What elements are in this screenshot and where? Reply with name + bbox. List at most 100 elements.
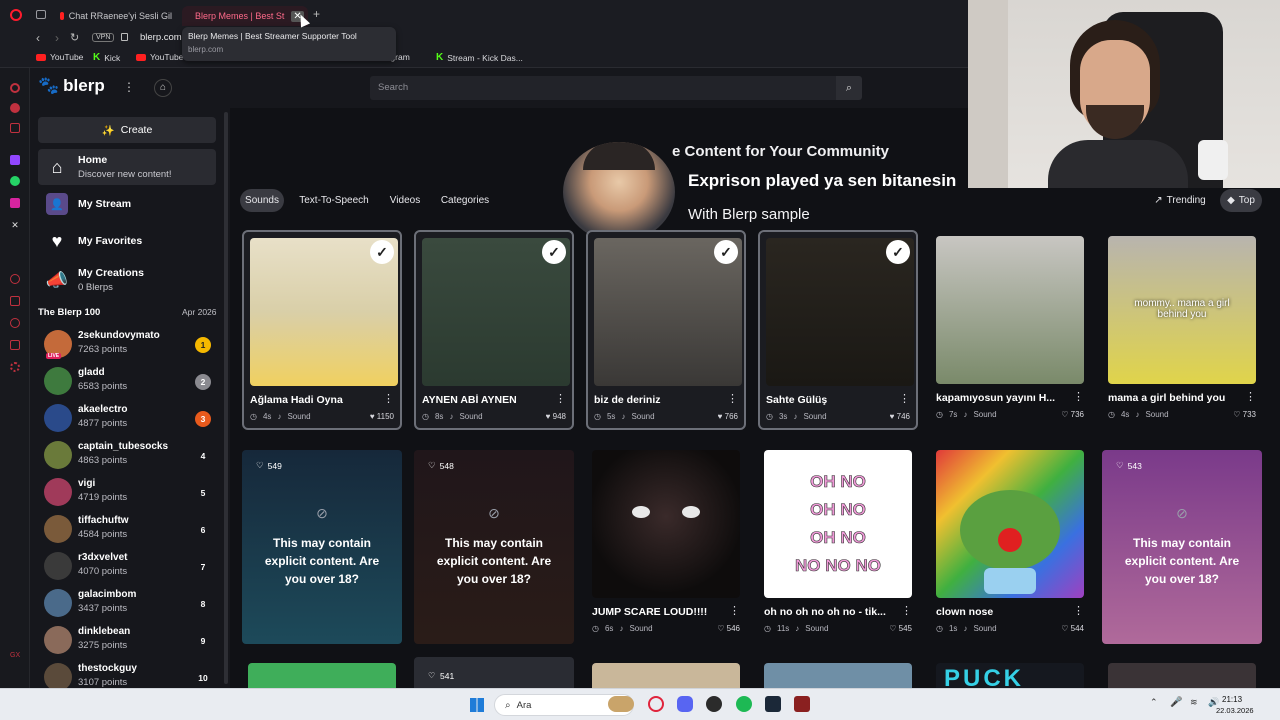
sound-thumbnail[interactable] [592,450,740,598]
sound-title[interactable]: AYNEN ABİ AYNEN [422,394,554,406]
sound-thumbnail[interactable]: mommy.. mama a girl behind you [1108,236,1256,384]
like-count[interactable]: ♡ 548 [428,460,454,471]
sound-card[interactable]: ✓ biz de deriniz ⋮ ◷ 5s ♪ Sound ♥ 766 [586,230,746,430]
bookmark-kick-stream[interactable]: K Stream - Kick Das... [436,52,523,63]
list-item[interactable] [764,663,912,688]
forward-icon[interactable]: › [55,31,59,45]
instagram-icon[interactable] [10,198,20,208]
tab-blerp[interactable]: Blerp Memes | Best St ✕ [182,6,308,26]
sound-title[interactable]: JUMP SCARE LOUD!!!! [592,606,724,618]
sound-title[interactable]: oh no oh no oh no - tik... [764,606,896,618]
gx-icon[interactable]: GX [10,652,20,659]
home-icon-button[interactable]: ⌂ [154,79,172,97]
like-count[interactable]: ♡ 733 [1233,410,1256,419]
new-tab-button[interactable]: + [313,7,320,21]
sound-title[interactable]: mama a girl behind you [1108,392,1240,404]
discord-icon[interactable] [677,696,693,712]
bookmark-youtube-1[interactable]: YouTube [36,52,83,62]
like-count[interactable]: ♡ 736 [1061,410,1084,419]
leaderboard-row[interactable]: galacimbom 3437 points 8 [38,586,218,620]
sound-card[interactable]: ✓ AYNEN ABİ AYNEN ⋮ ◷ 8s ♪ Sound ♥ 948 [414,230,574,430]
more-options-icon[interactable]: ⋮ [1073,390,1084,403]
more-options-icon[interactable]: ⋮ [901,604,912,617]
sound-card[interactable]: JUMP SCARE LOUD!!!! ⋮ ◷ 6s ♪ Sound ♡ 546 [586,444,746,644]
more-options-icon[interactable]: ⋮ [729,604,740,617]
like-count[interactable]: ♡ 546 [717,624,740,633]
sound-card[interactable]: OH NO OH NO OH NO NO NO NO oh no oh no oh no… [758,444,918,644]
sound-card[interactable]: clown nose ⋮ ◷ 1s ♪ Sound ♡ 544 [930,444,1090,644]
leaderboard-row[interactable]: tiffachuftw 4584 points 6 [38,512,218,546]
player-icon[interactable] [10,274,20,284]
list-item[interactable] [248,663,396,688]
sort-top[interactable]: ◆ Top [1220,189,1262,212]
like-count[interactable]: ♡ 545 [889,624,912,633]
windows-start-icon[interactable] [470,698,484,712]
obs-icon[interactable] [706,696,722,712]
leaderboard-row[interactable]: r3dxvelvet 4070 points 7 [38,549,218,583]
sidebar-scrollbar[interactable] [224,112,228,684]
sound-title[interactable]: clown nose [936,606,1068,618]
more-options-icon[interactable]: ⋮ [1073,604,1084,617]
sound-title[interactable]: Ağlama Hadi Oyna [250,394,382,406]
url-field[interactable]: blerp.com [140,32,182,43]
bookmark-youtube-2[interactable]: YouTube [136,52,183,62]
sound-card[interactable]: ✓ Sahte Gülüş ⋮ ◷ 3s ♪ Sound ♥ 746 [758,230,918,430]
sound-title[interactable]: biz de deriniz [594,394,726,406]
files-app-icon[interactable] [608,696,634,712]
sound-thumbnail[interactable] [936,236,1084,384]
nav-my-creations[interactable]: 📣 My Creations 0 Blerps [38,264,216,296]
bookmark-kick[interactable]: K Kick [93,52,120,63]
list-item[interactable]: PUCK [936,663,1084,688]
check-icon[interactable]: ✓ [370,240,394,264]
leaderboard-row[interactable]: akaelectro 4877 points 3 [38,401,218,435]
opera-logo-icon[interactable] [10,9,22,21]
list-item[interactable] [592,663,740,688]
check-icon[interactable]: ✓ [542,240,566,264]
reload-icon[interactable]: ↻ [70,31,79,44]
sound-thumbnail[interactable]: OH NO OH NO OH NO NO NO NO [764,450,912,598]
more-options-icon[interactable]: ⋮ [899,392,910,405]
filter-videos[interactable]: Videos [384,189,426,212]
more-options-icon[interactable]: ⋮ [727,392,738,405]
search-button[interactable]: ⌕ [836,76,862,100]
app-icon[interactable] [794,696,810,712]
messenger-icon[interactable] [10,103,20,113]
check-icon[interactable]: ✓ [886,240,910,264]
leaderboard-row[interactable]: gladd 6583 points 2 [38,364,218,398]
like-count[interactable]: ♥ 746 [890,412,910,421]
explicit-content-card[interactable]: ♡ 543 ⊘ This may contain explicit content. … [1102,450,1262,644]
kebab-menu-icon[interactable]: ⋮ [123,80,135,94]
x-icon[interactable]: ✕ [10,220,20,230]
like-count[interactable]: ♡ 544 [1061,624,1084,633]
blerp-logo[interactable]: 🐾 blerp [38,76,105,96]
more-options-icon[interactable]: ⋮ [555,392,566,405]
like-count[interactable]: ♥ 948 [546,412,566,421]
history-icon[interactable] [10,318,20,328]
tab-chat[interactable]: Chat RRaenee'yi Sesli Gil [52,6,180,26]
like-count[interactable]: ♥ 766 [718,412,738,421]
vpn-badge[interactable]: VPN [92,33,115,42]
spotify-icon[interactable] [736,696,752,712]
nav-my-favorites[interactable]: ♥ My Favorites [38,228,216,254]
leaderboard-row[interactable]: captain_tubesocks 4863 points 4 [38,438,218,472]
sound-card[interactable]: mommy.. mama a girl behind you mama a gir… [1102,230,1262,430]
check-icon[interactable]: ✓ [714,240,738,264]
sound-thumbnail[interactable] [936,450,1084,598]
sound-card[interactable]: kapamıyosun yayını H... ⋮ ◷ 7s ♪ Sound ♡ 736 [930,230,1090,430]
pinboard-icon[interactable] [10,296,20,306]
steam-icon[interactable] [765,696,781,712]
more-options-icon[interactable]: ⋮ [383,392,394,405]
settings-icon[interactable] [10,362,20,372]
like-count[interactable]: ♡ 549 [256,460,282,471]
leaderboard-row[interactable]: dinklebean 3275 points 9 [38,623,218,657]
nav-my-stream[interactable]: 👤 My Stream [38,190,216,218]
back-icon[interactable]: ‹ [36,31,40,45]
clock-date[interactable]: 22.03.2026 [1216,706,1254,715]
opera-ai-icon[interactable] [10,83,20,93]
whatsapp-icon[interactable] [10,176,20,186]
clock-time[interactable]: 21:13 [1222,695,1242,704]
list-item[interactable] [1108,663,1256,688]
sort-trending[interactable]: ↗ Trending [1150,189,1210,212]
tab-overview-icon[interactable] [36,10,46,19]
mic-icon[interactable]: 🎤 [1170,697,1182,708]
